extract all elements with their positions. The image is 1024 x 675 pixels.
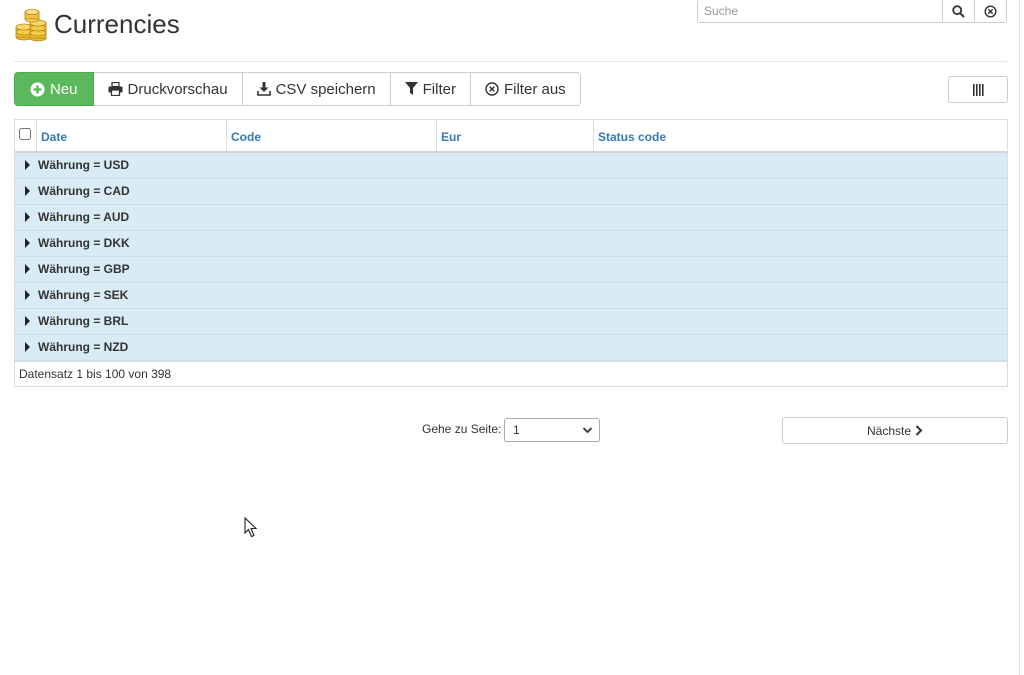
- coins-stack-icon: [14, 9, 48, 43]
- download-icon: [256, 82, 271, 96]
- grid-header: Date Code Eur Status code: [15, 120, 1007, 153]
- caret-right-icon: [25, 160, 30, 170]
- toolbar: Neu Druckvorschau CSV speichern Filter F…: [14, 72, 581, 106]
- caret-right-icon: [25, 212, 30, 222]
- new-button[interactable]: Neu: [14, 72, 94, 106]
- column-header-status-code[interactable]: Status code: [594, 120, 1007, 151]
- search-bar: [697, 0, 1007, 23]
- group-row-sek[interactable]: Währung = SEK: [15, 283, 1007, 309]
- caret-right-icon: [25, 316, 30, 326]
- scrollbar-edge: [1019, 0, 1020, 675]
- print-icon: [108, 82, 123, 96]
- group-row-usd[interactable]: Währung = USD: [15, 153, 1007, 179]
- column-header-code[interactable]: Code: [227, 120, 437, 151]
- caret-right-icon: [25, 238, 30, 248]
- caret-right-icon: [25, 264, 30, 274]
- group-row-aud[interactable]: Währung = AUD: [15, 205, 1007, 231]
- column-header-date[interactable]: Date: [37, 120, 227, 151]
- header-divider: [14, 61, 1007, 62]
- close-circle-icon: [485, 82, 499, 96]
- next-page-label: Nächste: [866, 423, 912, 438]
- caret-right-icon: [25, 186, 30, 196]
- group-label: Währung = BRL: [38, 314, 129, 328]
- column-header-eur[interactable]: Eur: [437, 120, 594, 151]
- search-input[interactable]: [697, 0, 942, 23]
- group-label: Währung = NZD: [38, 340, 129, 354]
- search-icon: [952, 4, 965, 18]
- group-label: Währung = USD: [38, 158, 130, 172]
- search-button[interactable]: [942, 0, 975, 23]
- group-row-nzd[interactable]: Währung = NZD: [15, 335, 1007, 361]
- chevron-right-icon: [915, 425, 923, 436]
- group-row-brl[interactable]: Währung = BRL: [15, 309, 1007, 335]
- group-label: Währung = AUD: [38, 210, 130, 224]
- select-all-cell: [15, 120, 37, 151]
- caret-right-icon: [25, 342, 30, 352]
- currency-grid: Date Code Eur Status code Währung = USD …: [14, 119, 1008, 387]
- clear-search-button[interactable]: [975, 0, 1007, 23]
- select-all-checkbox[interactable]: [19, 128, 31, 140]
- filter-label: Filter: [422, 80, 456, 98]
- filter-off-button[interactable]: Filter aus: [470, 72, 581, 106]
- filter-off-label: Filter aus: [503, 80, 566, 98]
- close-circle-icon: [984, 4, 997, 18]
- page-select-value: 1: [513, 423, 520, 437]
- group-row-cad[interactable]: Währung = CAD: [15, 179, 1007, 205]
- print-preview-button[interactable]: Druckvorschau: [93, 72, 243, 106]
- save-csv-label: CSV speichern: [275, 80, 376, 98]
- page-title: Currencies: [54, 9, 180, 39]
- group-label: Währung = SEK: [38, 288, 129, 302]
- chevron-down-icon: [582, 427, 593, 434]
- group-label: Währung = GBP: [38, 262, 130, 276]
- plus-circle-icon: [30, 82, 45, 96]
- group-row-gbp[interactable]: Währung = GBP: [15, 257, 1007, 283]
- next-page-button[interactable]: Nächste: [782, 417, 1008, 444]
- page-select[interactable]: 1: [504, 418, 600, 442]
- mouse-cursor-icon: [244, 516, 258, 541]
- columns-icon: [972, 83, 984, 96]
- filter-button[interactable]: Filter: [390, 72, 471, 106]
- group-label: Währung = DKK: [38, 236, 130, 250]
- group-label: Währung = CAD: [38, 184, 130, 198]
- filter-icon: [404, 82, 418, 95]
- goto-page-label: Gehe zu Seite:: [422, 422, 502, 436]
- record-info: Datensatz 1 bis 100 von 398: [15, 361, 1007, 387]
- group-row-dkk[interactable]: Währung = DKK: [15, 231, 1007, 257]
- print-preview-label: Druckvorschau: [127, 80, 228, 98]
- new-button-label: Neu: [50, 80, 78, 98]
- save-csv-button[interactable]: CSV speichern: [242, 72, 391, 106]
- column-chooser-button[interactable]: [948, 76, 1008, 103]
- caret-right-icon: [25, 290, 30, 300]
